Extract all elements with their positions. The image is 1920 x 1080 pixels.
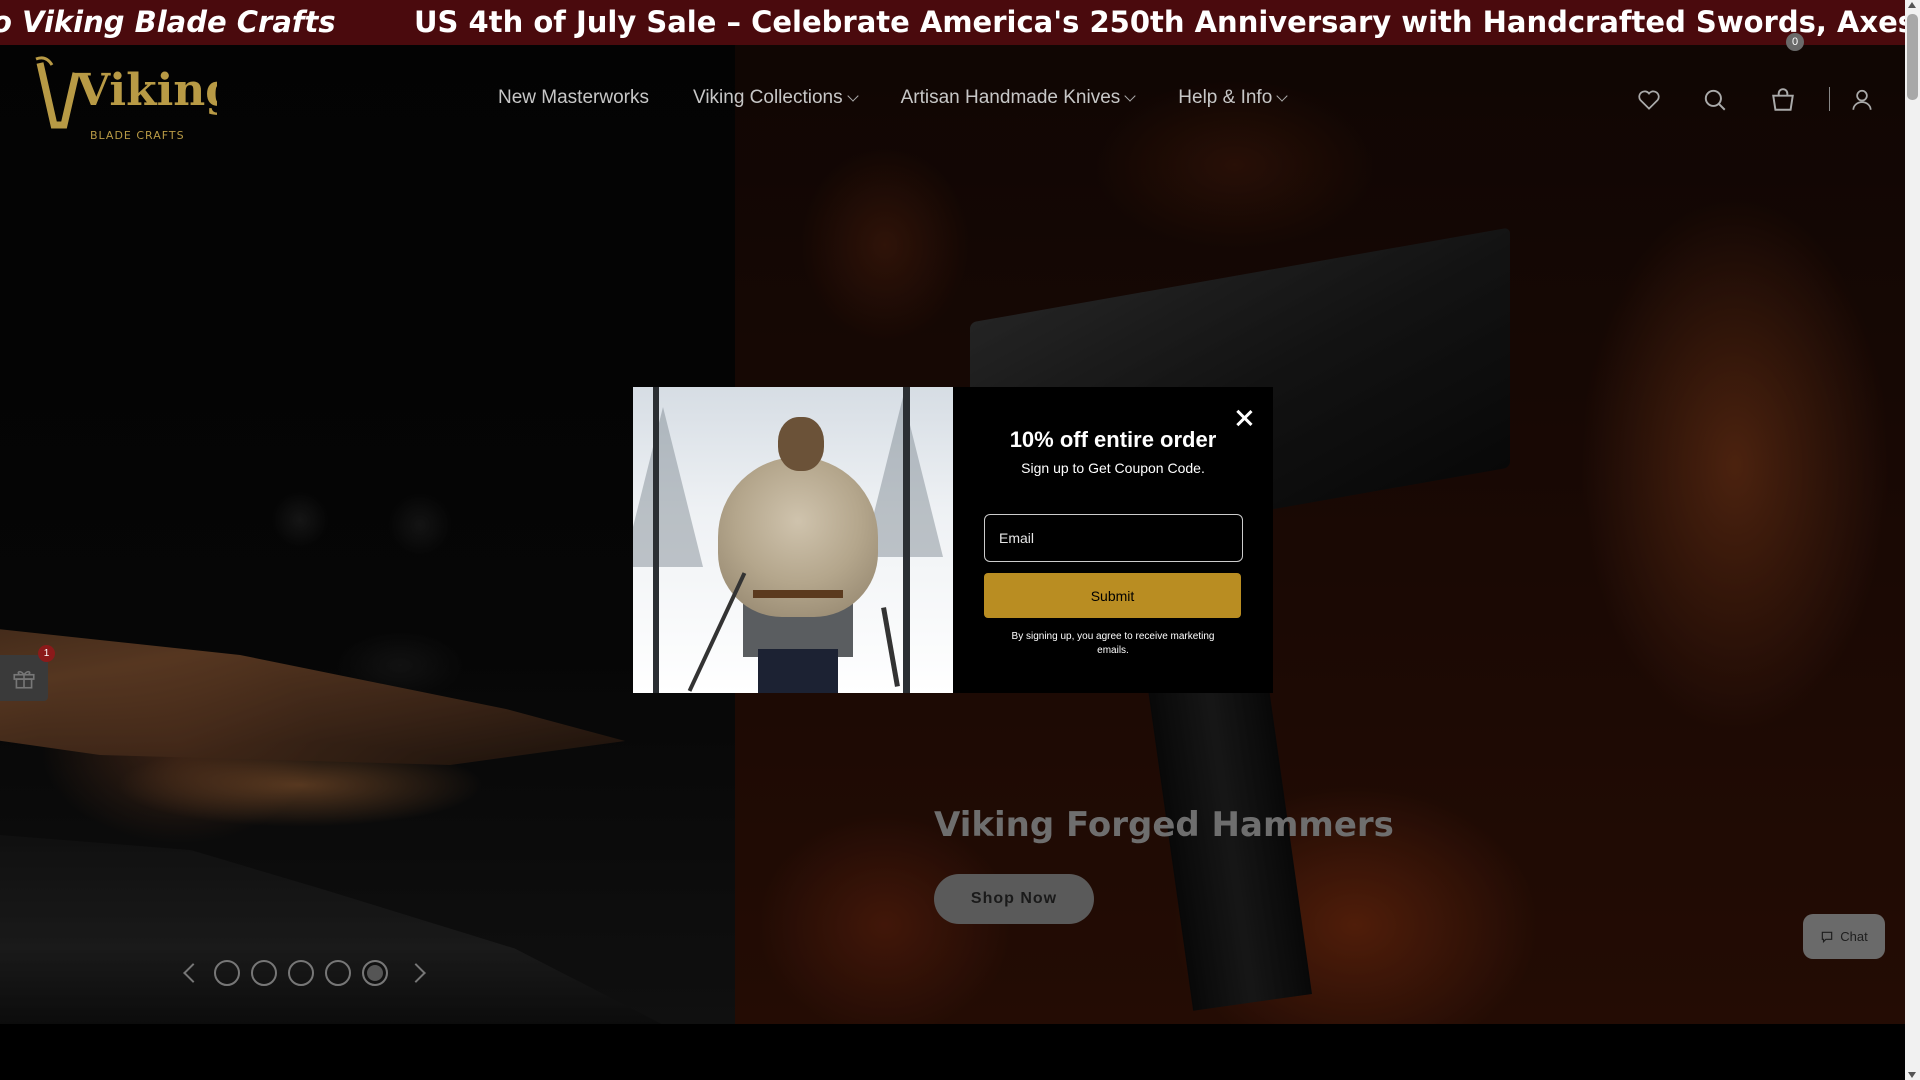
- slider-next-icon[interactable]: [406, 963, 426, 983]
- slider-dot[interactable]: [251, 960, 277, 986]
- figure-legs: [758, 649, 838, 693]
- email-field[interactable]: [984, 514, 1243, 562]
- site-header: Viking BLADE CRAFTS New Masterworks Viki…: [0, 45, 1905, 155]
- announcement-text-left: o Viking Blade Crafts: [0, 5, 336, 39]
- chat-button[interactable]: Chat: [1803, 914, 1885, 959]
- signup-popup: 10% off entire order Sign up to Get Coup…: [633, 387, 1273, 693]
- shop-now-button[interactable]: Shop Now: [934, 874, 1094, 924]
- popup-image: [633, 387, 953, 693]
- nav-new-masterworks[interactable]: New Masterworks: [498, 87, 649, 109]
- figure-belt: [753, 590, 843, 598]
- sword-shape: [687, 572, 747, 692]
- announcement-text[interactable]: US 4th of July Sale – Celebrate America'…: [414, 5, 1905, 39]
- popup-legal-text: By signing up, you agree to receive mark…: [1011, 631, 1215, 656]
- user-icon[interactable]: [1849, 87, 1875, 113]
- chat-label: Chat: [1840, 929, 1868, 944]
- submit-button[interactable]: Submit: [984, 573, 1241, 618]
- nav-label: Artisan Handmade Knives: [900, 87, 1121, 108]
- logo-subtext: BLADE CRAFTS: [90, 129, 185, 142]
- heart-icon[interactable]: [1636, 87, 1662, 113]
- nav-label: Viking Collections: [692, 87, 843, 108]
- nav-label: New Masterworks: [498, 87, 649, 108]
- slider-dot-active[interactable]: [362, 960, 388, 986]
- nav-viking-collections[interactable]: Viking Collections: [692, 87, 859, 109]
- cart-icon[interactable]: [1770, 87, 1796, 113]
- figure-head: [778, 417, 824, 471]
- nav-help-info[interactable]: Help & Info: [1178, 87, 1288, 109]
- chevron-down-icon: [846, 89, 859, 102]
- tree-trunk: [653, 387, 659, 693]
- slider-controls: [183, 960, 426, 986]
- tree-shape: [633, 407, 703, 567]
- page-scrollbar[interactable]: [1905, 0, 1920, 1080]
- announcement-bar: o Viking Blade Crafts US 4th of July Sal…: [0, 0, 1905, 45]
- chat-icon: [1822, 931, 1833, 943]
- chevron-down-icon: [1124, 89, 1136, 102]
- scroll-thumb[interactable]: [1907, 14, 1918, 100]
- scroll-down-icon[interactable]: [1908, 1072, 1916, 1078]
- popup-subtitle: Sign up to Get Coupon Code.: [1021, 460, 1205, 476]
- axe-shape: [881, 607, 900, 687]
- tree-trunk: [903, 387, 910, 693]
- gift-icon: [13, 670, 35, 689]
- search-icon[interactable]: [1702, 87, 1728, 113]
- logo-text: Viking: [75, 65, 217, 116]
- slider-prev-icon[interactable]: [183, 963, 203, 983]
- nav-artisan-knives[interactable]: Artisan Handmade Knives: [900, 87, 1136, 109]
- popup-title: 10% off entire order: [1009, 427, 1217, 452]
- slider-dot[interactable]: [288, 960, 314, 986]
- nav-label: Help & Info: [1178, 87, 1273, 108]
- gift-badge: 1: [38, 645, 55, 662]
- header-divider: [1829, 87, 1830, 111]
- cart-count-badge: 0: [1786, 33, 1804, 51]
- main-nav: New Masterworks Viking Collections Artis…: [498, 87, 1330, 109]
- chevron-down-icon: [1276, 89, 1288, 102]
- slider-dot[interactable]: [214, 960, 240, 986]
- slider-dot[interactable]: [325, 960, 351, 986]
- popup-form: 10% off entire order Sign up to Get Coup…: [953, 387, 1273, 693]
- hero-heading: Viking Forged Hammers: [934, 805, 1394, 845]
- logo-graphic: Viking BLADE CRAFTS: [35, 56, 236, 142]
- scroll-up-icon[interactable]: [1908, 2, 1916, 8]
- site-logo[interactable]: Viking BLADE CRAFTS: [32, 55, 236, 145]
- gift-tab[interactable]: [0, 655, 48, 701]
- close-icon[interactable]: [1235, 409, 1253, 427]
